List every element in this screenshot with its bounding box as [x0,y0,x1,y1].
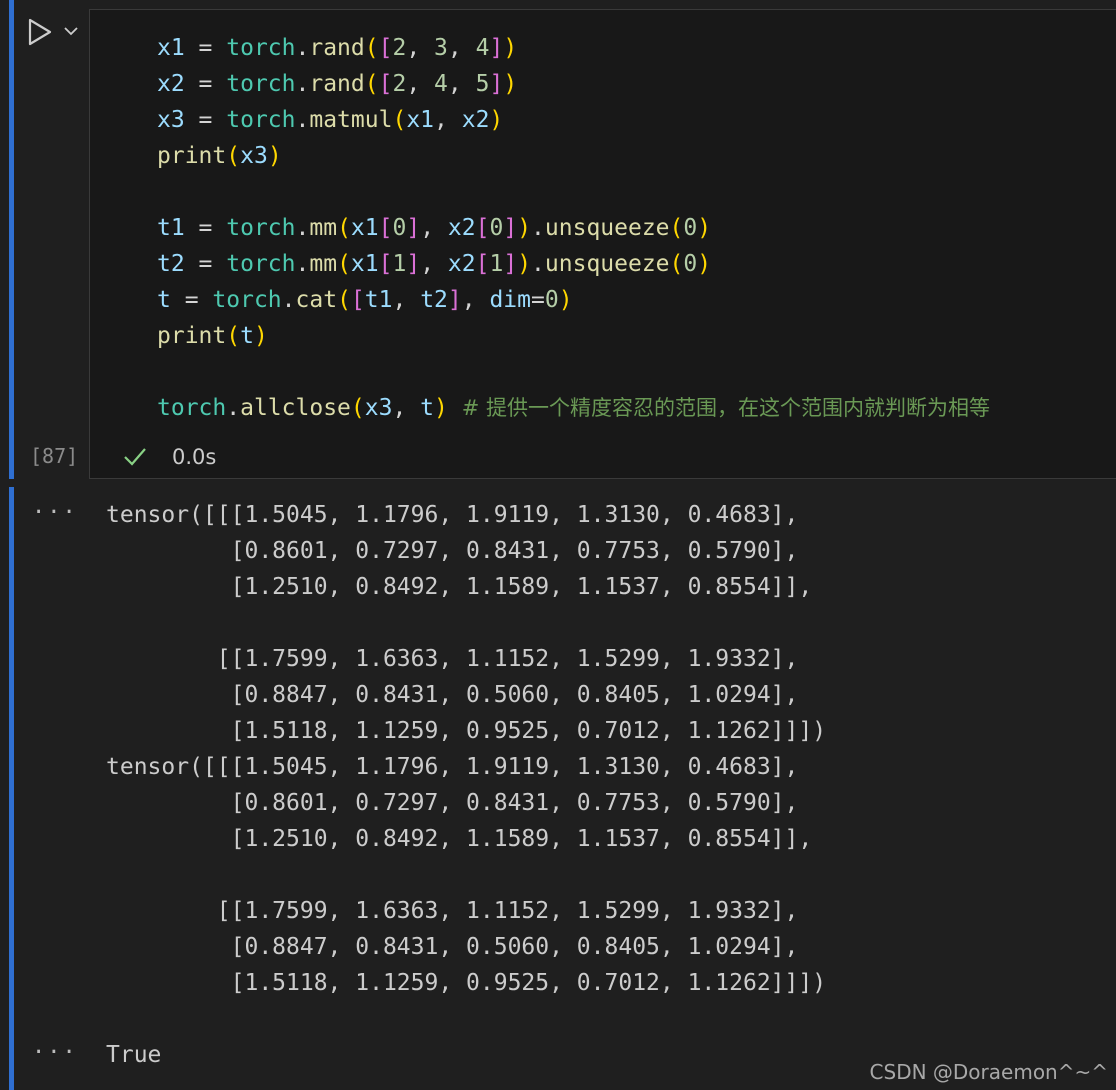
output-line: tensor([[[1.5045, 1.1796, 1.9119, 1.3130… [106,754,799,780]
output-line: [0.8601, 0.7297, 0.8431, 0.7753, 0.5790]… [106,790,799,816]
code-line-empty[interactable] [157,354,990,390]
code-line[interactable]: print(t) [157,318,990,354]
code-line[interactable]: x2 = torch.rand([2, 4, 5]) [157,66,990,102]
output-line: [1.2510, 0.8492, 1.1589, 1.1537, 0.8554]… [106,574,813,600]
code-line[interactable]: t1 = torch.mm(x1[0], x2[0]).unsqueeze(0) [157,210,990,246]
watermark: CSDN @Doraemon^~^ [869,1060,1108,1084]
run-options-dropdown[interactable] [62,22,80,40]
check-icon [124,448,146,466]
output-line: [0.8847, 0.8431, 0.5060, 0.8405, 1.0294]… [106,934,799,960]
output-line: [0.8847, 0.8431, 0.5060, 0.8405, 1.0294]… [106,682,799,708]
execution-duration: 0.0s [172,445,217,469]
play-icon [28,18,52,46]
execution-count: [87] [30,444,79,468]
cell-output: tensor([[[1.5045, 1.1796, 1.9119, 1.3130… [106,497,826,1001]
code-line[interactable]: x3 = torch.matmul(x1, x2) [157,102,990,138]
cell-focus-indicator [9,0,14,1090]
cell-focus-gap [9,479,14,487]
output-line: [1.2510, 0.8492, 1.1589, 1.1537, 0.8554]… [106,826,813,852]
output-line: [1.5118, 1.1259, 0.9525, 0.7012, 1.1262]… [106,718,827,744]
output-line: [0.8601, 0.7297, 0.8431, 0.7753, 0.5790]… [106,538,799,564]
code-line-empty[interactable] [157,174,990,210]
code-line[interactable]: x1 = torch.rand([2, 3, 4]) [157,30,990,66]
chevron-down-icon [64,27,78,36]
code-line[interactable]: t = torch.cat([t1, t2], dim=0) [157,282,990,318]
output-more-actions-button[interactable]: ··· [32,1040,78,1065]
code-line[interactable]: t2 = torch.mm(x1[1], x2[1]).unsqueeze(0) [157,246,990,282]
output-line: [[1.7599, 1.6363, 1.1152, 1.5299, 1.9332… [106,898,799,924]
code-line[interactable]: torch.allclose(x3, t) # 提供一个精度容忍的范围，在这个范… [157,390,990,426]
cell-output: True [106,1037,161,1073]
code-editor[interactable]: x1 = torch.rand([2, 3, 4]) x2 = torch.ran… [89,9,1116,479]
output-line: True [106,1042,162,1068]
output-line: [[1.7599, 1.6363, 1.1152, 1.5299, 1.9332… [106,646,799,672]
output-line: [1.5118, 1.1259, 0.9525, 0.7012, 1.1262]… [106,970,827,996]
cell-status: 0.0s [122,442,216,472]
run-cell-button[interactable] [26,16,54,48]
code-content[interactable]: x1 = torch.rand([2, 3, 4]) x2 = torch.ran… [157,30,990,426]
output-more-actions-button[interactable]: ··· [32,500,78,525]
output-line: tensor([[[1.5045, 1.1796, 1.9119, 1.3130… [106,502,799,528]
code-line[interactable]: print(x3) [157,138,990,174]
